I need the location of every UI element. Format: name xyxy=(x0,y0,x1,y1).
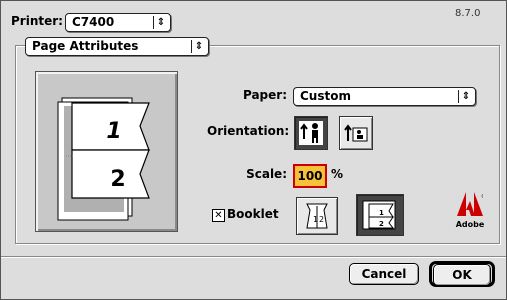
scale-input[interactable]: 100 xyxy=(293,164,327,188)
ok-button[interactable]: OK xyxy=(433,264,491,286)
adobe-logo-text: Adobe xyxy=(455,220,485,229)
printer-popup[interactable]: C7400 ⇕ xyxy=(65,13,171,32)
popup-arrows-icon: ⇕ xyxy=(191,40,206,53)
booklet-checkbox[interactable]: ✕ xyxy=(212,209,225,222)
scale-label: Scale: xyxy=(246,167,287,181)
button-divider xyxy=(1,256,506,258)
scale-unit: % xyxy=(331,167,344,181)
printer-label: Printer: xyxy=(11,14,63,28)
portrait-icon xyxy=(299,121,323,145)
orientation-label: Orientation: xyxy=(207,124,290,138)
printer-popup-value: C7400 xyxy=(72,15,115,29)
version-label: 8.7.0 xyxy=(455,8,481,19)
svg-text:®: ® xyxy=(481,193,483,200)
orientation-landscape-button[interactable] xyxy=(339,116,373,150)
paper-popup[interactable]: Custom ⇕ xyxy=(293,87,476,106)
preview-page-2: 2 xyxy=(110,167,125,192)
printer-row: Printer: xyxy=(11,14,63,28)
svg-text:1: 1 xyxy=(379,209,384,217)
popup-arrows-icon: ⇕ xyxy=(458,90,473,103)
booklet-label: Booklet xyxy=(227,207,279,221)
page-preview: 1 2 xyxy=(35,71,178,232)
popup-arrows-icon: ⇕ xyxy=(153,16,168,29)
booklet-layout-single-button[interactable]: 1 2 xyxy=(296,197,338,235)
booklet-single-icon: 1 2 xyxy=(306,203,328,229)
preview-page-1: 1 xyxy=(106,119,121,144)
paper-popup-value: Custom xyxy=(300,89,351,103)
booklet-layout-two-up-button[interactable]: 1 2 xyxy=(356,194,404,236)
svg-text:2: 2 xyxy=(319,215,324,224)
panel-popup[interactable]: Page Attributes ⇕ xyxy=(25,37,209,56)
panel-popup-value: Page Attributes xyxy=(32,39,139,53)
booklet-two-up-icon: 1 2 xyxy=(362,200,396,230)
svg-text:1: 1 xyxy=(313,215,318,224)
landscape-icon xyxy=(344,124,368,142)
adobe-logo-icon: ® xyxy=(457,192,486,216)
orientation-portrait-button[interactable] xyxy=(294,116,328,150)
svg-text:2: 2 xyxy=(379,220,384,228)
page-setup-dialog: Printer: C7400 ⇕ 8.7.0 Page Attributes ⇕… xyxy=(0,0,507,300)
booklet-preview-illustration: 1 2 xyxy=(57,97,150,221)
adobe-logo: ® Adobe xyxy=(455,192,486,232)
paper-label: Paper: xyxy=(242,88,287,102)
cancel-button[interactable]: Cancel xyxy=(349,263,419,285)
